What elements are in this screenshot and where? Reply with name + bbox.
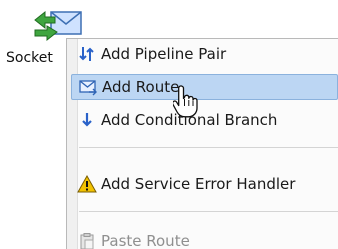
context-menu: Add Pipeline Pair Add Route Add Conditio… [66,38,338,249]
route-envelope-icon [78,77,98,97]
canvas: Socket Add Pipeline Pair Add Route Add C… [0,0,338,249]
branch-arrow-icon [77,110,97,130]
menu-separator [79,147,338,148]
menu-item-add-service-error-handler[interactable]: Add Service Error Handler [71,171,338,197]
menu-item-paste-route[interactable]: Paste Route [71,228,338,249]
menu-item-label: Paste Route [101,232,190,249]
menu-item-add-pipeline-pair[interactable]: Add Pipeline Pair [71,41,338,67]
menu-gutter [67,39,78,249]
socket-node-label[interactable]: Socket [6,50,53,66]
warning-triangle-icon [77,174,97,194]
hand-pointer-icon [173,85,198,118]
menu-item-label: Add Pipeline Pair [101,45,227,63]
pipeline-pair-icon [77,44,97,64]
menu-item-add-conditional-branch[interactable]: Add Conditional Branch [71,107,338,133]
menu-item-label: Add Service Error Handler [101,175,296,193]
paste-icon [77,231,97,249]
menu-separator [79,211,338,212]
menu-item-add-route[interactable]: Add Route [71,74,338,100]
menu-item-label: Add Route [102,78,180,96]
